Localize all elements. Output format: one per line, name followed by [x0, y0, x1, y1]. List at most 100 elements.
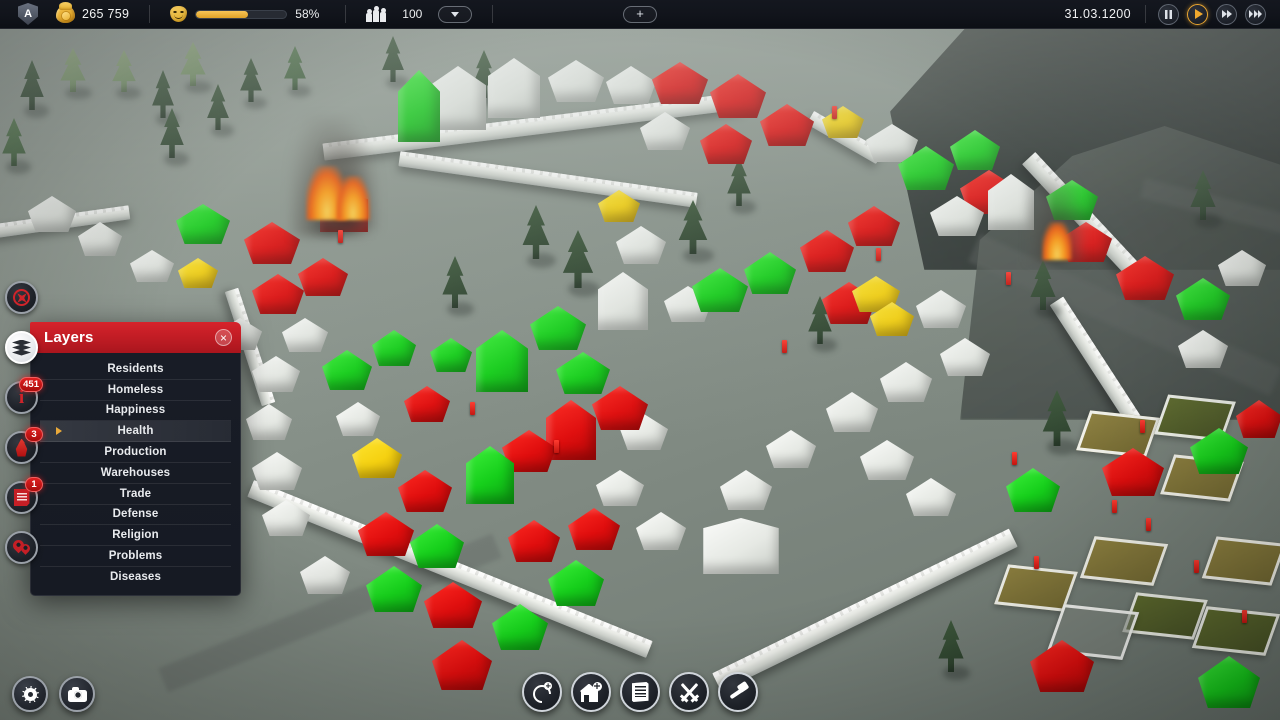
- building[interactable]: [476, 330, 528, 392]
- building[interactable]: [492, 604, 548, 650]
- minimap-compass-button[interactable]: [5, 281, 38, 314]
- building[interactable]: [640, 112, 690, 150]
- screenshot-button[interactable]: [59, 676, 95, 712]
- building[interactable]: [246, 404, 292, 440]
- layer-item-homeless[interactable]: Homeless: [40, 380, 231, 401]
- building[interactable]: [860, 440, 914, 480]
- building[interactable]: [744, 252, 796, 294]
- building[interactable]: [720, 470, 772, 510]
- building[interactable]: [352, 438, 402, 478]
- building[interactable]: [1116, 256, 1174, 300]
- layer-item-problems[interactable]: Problems: [40, 546, 231, 567]
- building[interactable]: [366, 566, 422, 612]
- building[interactable]: [1236, 400, 1280, 438]
- building[interactable]: [692, 268, 748, 312]
- buildings-tool-button[interactable]: [571, 672, 611, 712]
- building[interactable]: [826, 392, 878, 432]
- layer-item-defense[interactable]: Defense: [40, 505, 231, 526]
- building[interactable]: [848, 206, 900, 246]
- building[interactable]: [404, 386, 450, 422]
- building[interactable]: [252, 274, 304, 314]
- building[interactable]: [530, 306, 586, 350]
- locations-button[interactable]: [5, 531, 38, 564]
- building[interactable]: [398, 470, 452, 512]
- layer-item-religion[interactable]: Religion: [40, 525, 231, 546]
- building[interactable]: [898, 146, 954, 190]
- settings-button[interactable]: [12, 676, 48, 712]
- building[interactable]: [870, 302, 914, 336]
- building[interactable]: [598, 190, 640, 222]
- building[interactable]: [298, 258, 348, 296]
- building[interactable]: [548, 560, 604, 606]
- building[interactable]: [700, 124, 752, 164]
- pause-button[interactable]: [1158, 4, 1179, 25]
- building[interactable]: [822, 106, 864, 138]
- information-button[interactable]: i 451: [5, 381, 38, 414]
- building[interactable]: [262, 500, 310, 536]
- building[interactable]: [760, 104, 814, 146]
- military-tool-button[interactable]: [669, 672, 709, 712]
- building[interactable]: [178, 258, 218, 288]
- building[interactable]: [710, 74, 766, 118]
- construction-tool-button[interactable]: [718, 672, 758, 712]
- layers-button[interactable]: [5, 331, 38, 364]
- layer-item-diseases[interactable]: Diseases: [40, 567, 231, 588]
- layer-item-trade[interactable]: Trade: [40, 484, 231, 505]
- close-icon[interactable]: ×: [215, 329, 232, 346]
- building[interactable]: [372, 330, 416, 366]
- layer-item-residents[interactable]: Residents: [40, 359, 231, 380]
- fires-button[interactable]: 3: [5, 431, 38, 464]
- building[interactable]: [424, 582, 482, 628]
- building[interactable]: [78, 222, 122, 256]
- building[interactable]: [282, 318, 328, 352]
- building[interactable]: [1218, 250, 1266, 286]
- building[interactable]: [568, 508, 620, 550]
- building[interactable]: [940, 338, 990, 376]
- building[interactable]: [616, 226, 666, 264]
- population-dropdown-button[interactable]: [438, 6, 472, 23]
- building[interactable]: [252, 356, 300, 392]
- building[interactable]: [700, 518, 782, 574]
- roads-tool-button[interactable]: [522, 672, 562, 712]
- building[interactable]: [1178, 330, 1228, 368]
- play-button[interactable]: [1187, 4, 1208, 25]
- building[interactable]: [930, 196, 984, 236]
- building[interactable]: [880, 362, 932, 402]
- building[interactable]: [596, 470, 644, 506]
- building[interactable]: [906, 478, 956, 516]
- building[interactable]: [430, 338, 472, 372]
- building[interactable]: [488, 58, 540, 118]
- building[interactable]: [636, 512, 686, 550]
- building[interactable]: [652, 62, 708, 104]
- edicts-tool-button[interactable]: [620, 672, 660, 712]
- building[interactable]: [466, 446, 514, 504]
- building[interactable]: [322, 350, 372, 390]
- building[interactable]: [950, 130, 1000, 170]
- add-button[interactable]: +: [623, 6, 657, 23]
- building[interactable]: [336, 402, 380, 436]
- building[interactable]: [358, 512, 414, 556]
- building[interactable]: [548, 60, 604, 102]
- layer-item-happiness[interactable]: Happiness: [40, 401, 231, 422]
- reports-button[interactable]: 1: [5, 481, 38, 514]
- building[interactable]: [508, 520, 560, 562]
- building[interactable]: [176, 204, 230, 244]
- ultra-fast-forward-button[interactable]: [1245, 4, 1266, 25]
- layer-item-health[interactable]: Health: [40, 421, 231, 442]
- building[interactable]: [800, 230, 854, 272]
- building[interactable]: [1006, 468, 1060, 512]
- building[interactable]: [28, 196, 76, 232]
- shield-icon[interactable]: A: [18, 3, 38, 25]
- fast-forward-button[interactable]: [1216, 4, 1237, 25]
- building[interactable]: [592, 386, 648, 430]
- building[interactable]: [1102, 448, 1164, 496]
- building[interactable]: [130, 250, 174, 282]
- layer-item-production[interactable]: Production: [40, 442, 231, 463]
- building[interactable]: [398, 70, 440, 142]
- building[interactable]: [598, 272, 648, 330]
- layer-item-warehouses[interactable]: Warehouses: [40, 463, 231, 484]
- building[interactable]: [766, 430, 816, 468]
- building[interactable]: [300, 556, 350, 594]
- building[interactable]: [252, 452, 302, 490]
- building[interactable]: [410, 524, 464, 568]
